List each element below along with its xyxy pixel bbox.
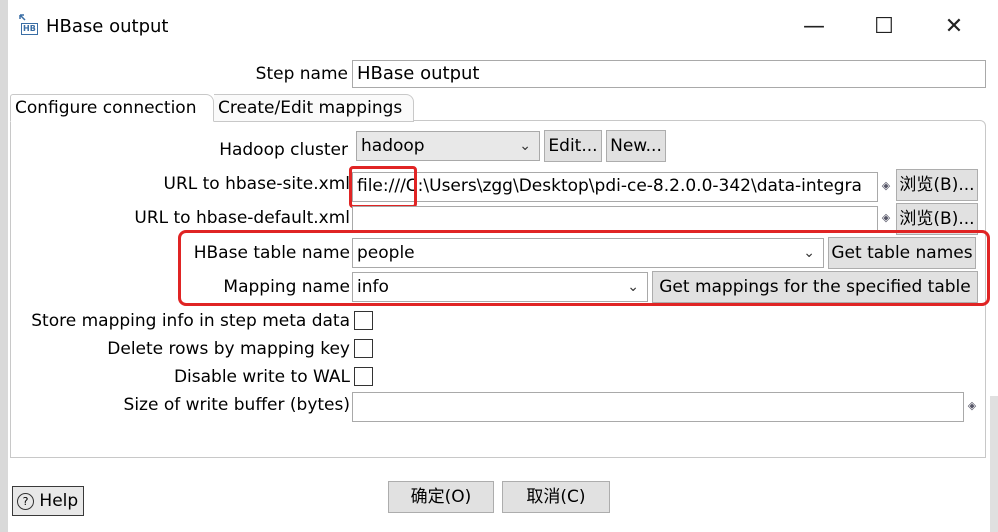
highlight-box-table-mapping [178,230,990,306]
ok-button[interactable]: 确定(O) [388,481,494,513]
hbase-default-input[interactable] [352,206,878,232]
background-window-edge [0,0,8,532]
variable-icon: ◈ [967,399,977,412]
minimize-button[interactable]: — [792,8,836,44]
cancel-button[interactable]: 取消(C) [502,481,610,513]
window-title: HBase output [46,16,169,37]
hbase-default-label: URL to hbase-default.xml [134,208,350,228]
tab-create-edit-mappings[interactable]: Create/Edit mappings [214,94,414,122]
close-icon: ✕ [944,13,964,39]
hadoop-cluster-select[interactable]: hadoop ⌄ [356,131,540,161]
help-button[interactable]: ? Help [12,486,84,516]
store-mapping-checkbox[interactable] [354,311,373,330]
highlight-box-file-prefix [349,166,417,208]
new-cluster-button[interactable]: New... [606,130,666,162]
help-icon: ? [17,492,34,510]
variable-icon: ◈ [881,211,891,224]
hadoop-cluster-label: Hadoop cluster [219,140,348,160]
background-window-edge [990,396,998,532]
tab-configure-connection[interactable]: Configure connection [10,94,214,122]
chevron-down-icon: ⌄ [519,138,531,154]
store-mapping-label: Store mapping info in step meta data [31,311,350,331]
variable-icon: ◈ [881,179,891,192]
edit-cluster-button[interactable]: Edit... [544,130,602,162]
step-name-input[interactable]: HBase output [352,60,986,88]
write-buffer-input[interactable] [352,392,964,422]
help-label: Help [39,491,79,511]
write-buffer-label: Size of write buffer (bytes) [123,395,350,415]
browse-hbase-site-button[interactable]: 浏览(B)... [896,169,978,201]
disable-wal-label: Disable write to WAL [173,367,350,387]
hbase-site-input[interactable]: file:///C:\Users\zgg\Desktop\pdi-ce-8.2.… [352,172,878,202]
step-name-label: Step name [255,64,348,84]
delete-rows-checkbox[interactable] [354,339,373,358]
hbase-site-label: URL to hbase-site.xml [163,174,351,194]
disable-wal-checkbox[interactable] [354,367,373,386]
maximize-button[interactable]: ☐ [862,8,906,44]
hadoop-cluster-value: hadoop [361,136,425,156]
hbase-step-icon: HB [18,14,38,36]
maximize-icon: ☐ [874,13,894,39]
delete-rows-label: Delete rows by mapping key [107,339,350,359]
close-button[interactable]: ✕ [932,8,976,44]
minimize-icon: — [803,13,825,39]
